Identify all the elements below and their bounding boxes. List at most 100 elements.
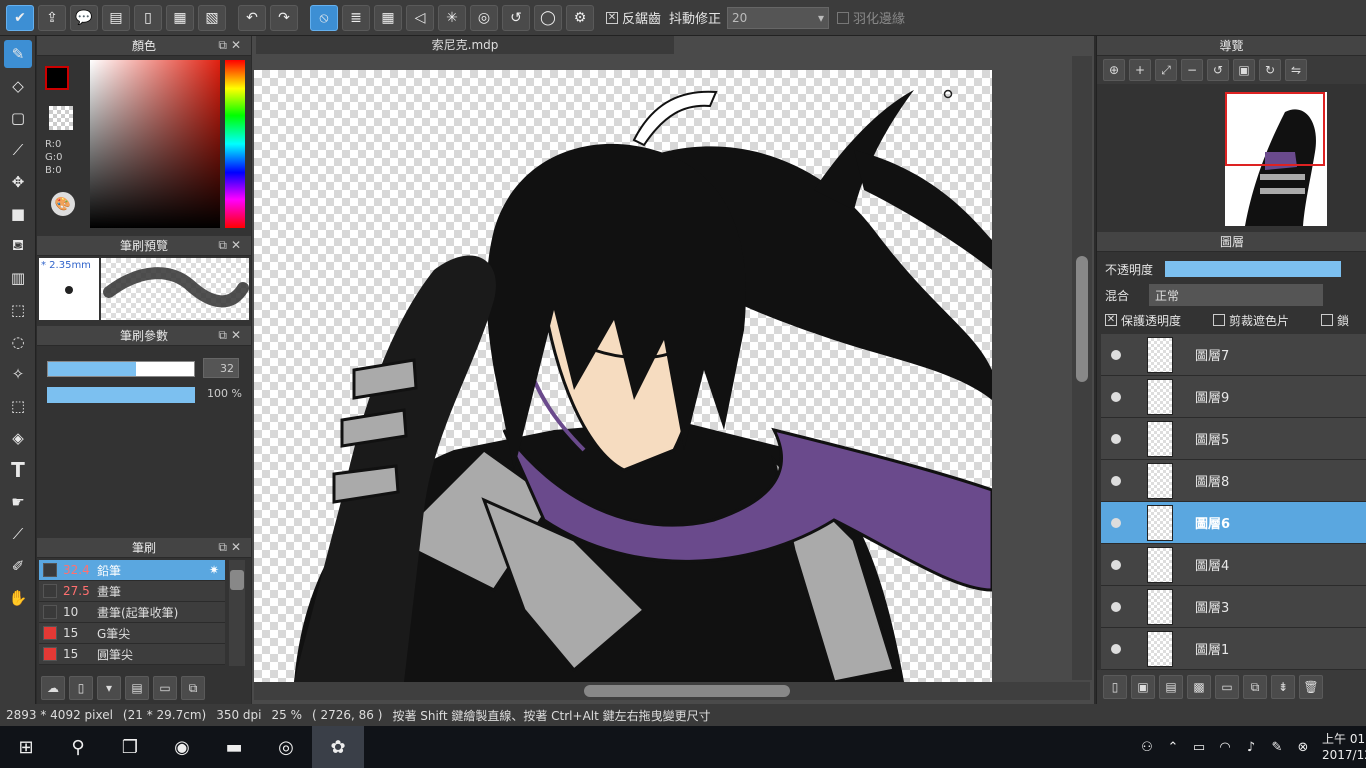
- visibility-eye-icon[interactable]: [1111, 349, 1121, 360]
- wifi-icon[interactable]: ◠: [1212, 740, 1238, 755]
- panel-float-close-icon[interactable]: ⧉✕: [218, 328, 245, 343]
- grid-panel-icon[interactable]: ▦: [166, 4, 194, 31]
- brush-item[interactable]: 15 圓筆尖: [39, 644, 225, 665]
- new-1bit-layer-icon[interactable]: ▤: [1159, 675, 1183, 699]
- divide-tool-icon[interactable]: ⟋: [4, 520, 32, 548]
- circle-snap-icon[interactable]: ◎: [470, 4, 498, 31]
- brush-tool-icon[interactable]: ✎: [4, 40, 32, 68]
- layer-row[interactable]: 圖層3: [1101, 586, 1366, 628]
- background-color-swatch[interactable]: [49, 106, 73, 130]
- palette-icon[interactable]: 🎨: [51, 192, 75, 216]
- delete-layer-icon[interactable]: 🗑: [1299, 675, 1323, 699]
- brush-list-scrollbar[interactable]: [229, 560, 245, 666]
- task-view-icon[interactable]: ❐: [104, 726, 156, 768]
- canvas-vertical-scrollbar[interactable]: [1072, 56, 1092, 680]
- select-eraser-tool-icon[interactable]: ◈: [4, 424, 32, 452]
- visibility-eye-icon[interactable]: [1111, 433, 1121, 444]
- brush-add-menu-icon[interactable]: ▾: [97, 676, 121, 700]
- fill-rect-tool-icon[interactable]: ■: [4, 200, 32, 228]
- hue-slider[interactable]: [225, 60, 245, 228]
- app-menu-icon[interactable]: ✔: [6, 4, 34, 31]
- layer-opacity-slider[interactable]: [1165, 261, 1342, 277]
- protect-alpha-checkbox[interactable]: ✕: [1105, 314, 1117, 326]
- radial-snap-icon[interactable]: ✳: [438, 4, 466, 31]
- visibility-eye-icon[interactable]: [1111, 391, 1121, 402]
- battery-icon[interactable]: ▭: [1186, 740, 1212, 755]
- lasso-tool-icon[interactable]: ◌: [4, 328, 32, 356]
- no-snap-icon[interactable]: ⦸: [310, 4, 338, 31]
- parallel-snap-icon[interactable]: ≣: [342, 4, 370, 31]
- brush-settings-icon[interactable]: ▤: [125, 676, 149, 700]
- new-folder-icon[interactable]: ▭: [1215, 675, 1239, 699]
- zoom-in-icon[interactable]: +: [1129, 59, 1151, 81]
- comment-icon[interactable]: ▤: [102, 4, 130, 31]
- gradient-tool-icon[interactable]: ▥: [4, 264, 32, 292]
- file-explorer-icon[interactable]: ▬: [208, 726, 260, 768]
- duplicate-layer-icon[interactable]: ⧉: [1243, 675, 1267, 699]
- select-pen-tool-icon[interactable]: ⬚: [4, 392, 32, 420]
- eraser-tool-icon[interactable]: ◇: [4, 72, 32, 100]
- visibility-eye-icon[interactable]: [1111, 643, 1121, 654]
- rect-select-tool-icon[interactable]: ⬚: [4, 296, 32, 324]
- panel-float-close-icon[interactable]: ⧉✕: [218, 38, 245, 53]
- redo-icon[interactable]: ↷: [270, 4, 298, 31]
- layer-row[interactable]: 圖層9: [1101, 376, 1366, 418]
- bucket-tool-icon[interactable]: ⛾: [4, 232, 32, 260]
- share-icon[interactable]: ⇪: [38, 4, 66, 31]
- brush-size-input[interactable]: 32: [203, 358, 239, 378]
- taskbar-clock[interactable]: 上午 01: 2017/12: [1316, 731, 1366, 763]
- pen-icon[interactable]: ✎: [1264, 740, 1290, 755]
- dot-brush-tool-icon[interactable]: ⟋: [4, 136, 32, 164]
- brush-settings-gear-icon[interactable]: ✷: [209, 563, 219, 577]
- feather-toggle[interactable]: 羽化邊緣: [837, 8, 905, 27]
- layer-blend-select[interactable]: 正常: [1149, 284, 1324, 306]
- brush-size-slider[interactable]: [47, 361, 195, 377]
- operation-tool-icon[interactable]: ☛: [4, 488, 32, 516]
- rotate-right-icon[interactable]: ↻: [1259, 59, 1281, 81]
- visibility-eye-icon[interactable]: [1111, 517, 1121, 528]
- new-layer-icon[interactable]: ▯: [1103, 675, 1127, 699]
- cross-snap-icon[interactable]: ▦: [374, 4, 402, 31]
- navigator-view-rect[interactable]: [1225, 92, 1325, 166]
- feather-checkbox[interactable]: [837, 11, 850, 24]
- new-halftone-layer-icon[interactable]: ▩: [1187, 675, 1211, 699]
- flip-horizontal-icon[interactable]: ⇋: [1285, 59, 1307, 81]
- actual-size-icon[interactable]: ⤢: [1155, 59, 1177, 81]
- speech-bubble-icon[interactable]: 💬: [70, 4, 98, 31]
- ellipse-snap-icon[interactable]: ◯: [534, 4, 562, 31]
- navigator-thumbnail[interactable]: [1225, 92, 1327, 226]
- panel-layout-icon[interactable]: ▧: [198, 4, 226, 31]
- brush-item[interactable]: 32.4 鉛筆 ✷: [39, 560, 225, 581]
- move-tool-icon[interactable]: ✥: [4, 168, 32, 196]
- close-notification-icon[interactable]: ⊗: [1290, 740, 1316, 755]
- curve-snap-icon[interactable]: ↺: [502, 4, 530, 31]
- brush-cloud-icon[interactable]: ☁: [41, 676, 65, 700]
- antialias-checkbox[interactable]: ✕: [606, 11, 618, 24]
- new-brush-icon[interactable]: ▯: [69, 676, 93, 700]
- foreground-color-swatch[interactable]: [45, 66, 69, 90]
- text-tool-icon[interactable]: T: [4, 456, 32, 484]
- chevron-up-icon[interactable]: ⌃: [1160, 740, 1186, 755]
- document-tab[interactable]: 索尼克.mdp: [256, 36, 674, 54]
- search-icon[interactable]: ⚲: [52, 726, 104, 768]
- chrome-icon[interactable]: ◉: [156, 726, 208, 768]
- people-icon[interactable]: ⚇: [1134, 740, 1160, 755]
- zoom-out-icon[interactable]: −: [1181, 59, 1203, 81]
- visibility-eye-icon[interactable]: [1111, 601, 1121, 612]
- hand-tool-icon[interactable]: ✋: [4, 584, 32, 612]
- canvas-horizontal-scrollbar[interactable]: [254, 682, 1090, 700]
- shape-tool-icon[interactable]: ▢: [4, 104, 32, 132]
- brush-item[interactable]: 27.5 畫筆: [39, 581, 225, 602]
- page-icon[interactable]: ▯: [134, 4, 162, 31]
- eyedropper-tool-icon[interactable]: ✐: [4, 552, 32, 580]
- canvas-horizontal-scroll-thumb[interactable]: [584, 685, 790, 697]
- lock-checkbox[interactable]: [1321, 314, 1334, 326]
- layer-row[interactable]: 圖層6: [1101, 502, 1366, 544]
- volume-icon[interactable]: ♪: [1238, 740, 1264, 755]
- visibility-eye-icon[interactable]: [1111, 475, 1121, 486]
- panel-float-close-icon[interactable]: ⧉✕: [218, 238, 245, 253]
- layer-row[interactable]: 圖層1: [1101, 628, 1366, 670]
- drawing-canvas[interactable]: [254, 70, 992, 682]
- antialias-toggle[interactable]: ✕ 反鋸齒: [606, 8, 661, 27]
- merge-layer-icon[interactable]: ⇟: [1271, 675, 1295, 699]
